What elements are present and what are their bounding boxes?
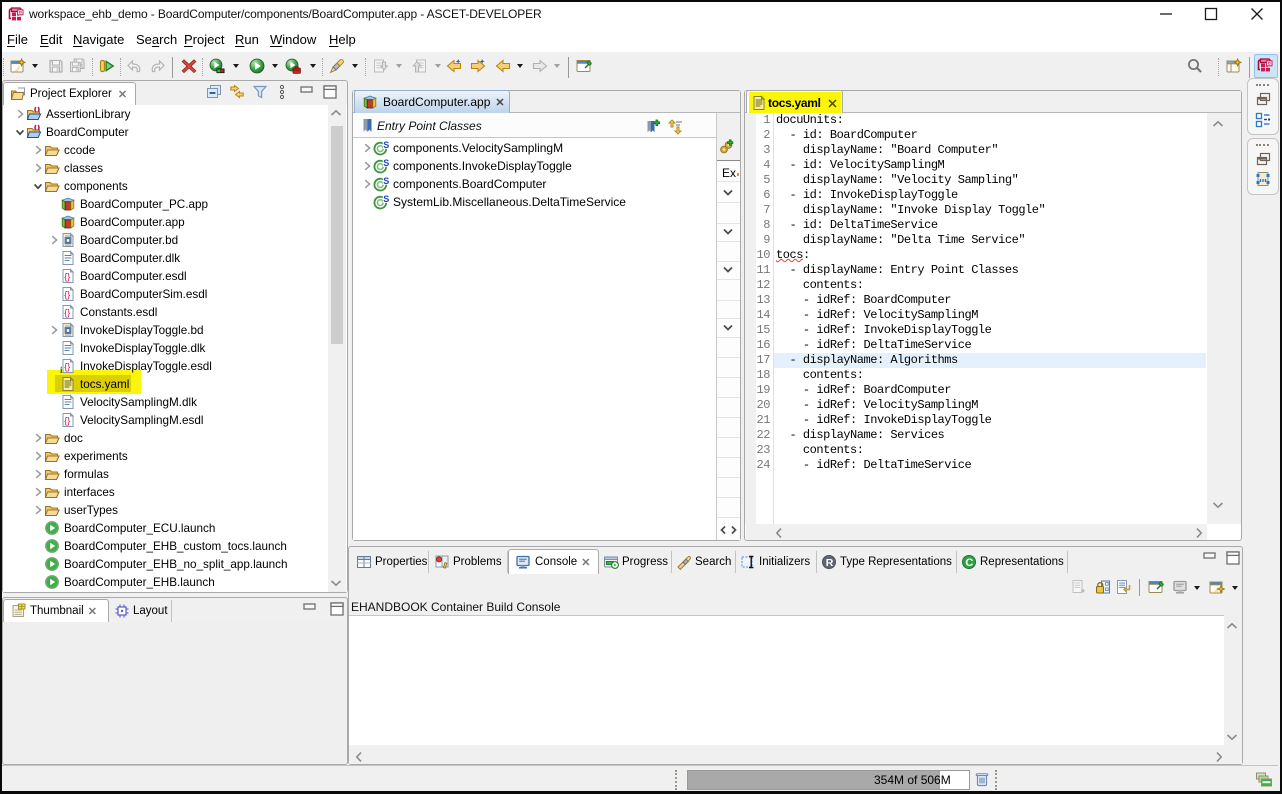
svg-text:R: R (826, 557, 834, 569)
svg-text:{}: {} (64, 416, 70, 426)
svg-text:{}: {} (64, 308, 70, 318)
svg-text:S: S (383, 194, 389, 204)
svg-text:S: S (383, 158, 389, 168)
svg-text:S: S (383, 176, 389, 186)
svg-text:S: S (383, 140, 389, 150)
svg-text:C: C (965, 557, 973, 569)
svg-text:{}: {} (64, 290, 70, 300)
svg-text:{}: {} (64, 272, 70, 282)
svg-text:{}: {} (64, 362, 70, 372)
